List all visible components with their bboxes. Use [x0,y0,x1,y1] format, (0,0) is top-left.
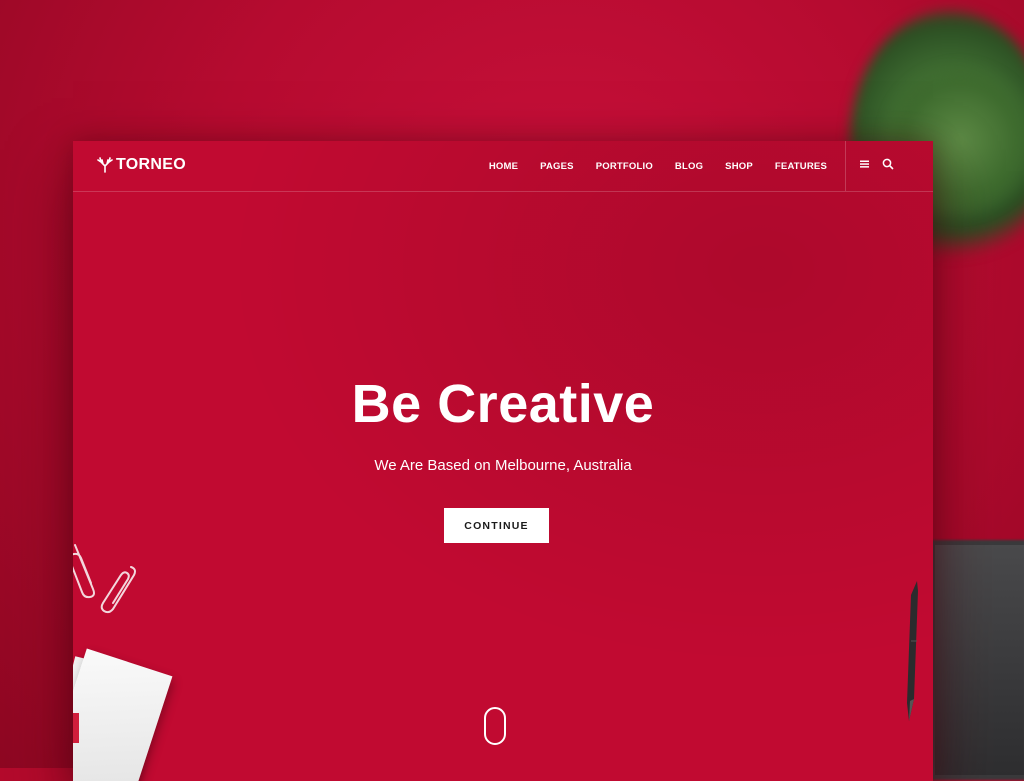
paper-stack [73,648,173,781]
hamburger-menu-icon[interactable] [858,157,872,171]
tray-decoration-inner [935,545,1024,775]
paperclip-icon-2 [100,566,136,614]
hero-subtitle: We Are Based on Melbourne, Australia [374,457,632,474]
nav-item-home[interactable]: HOME [489,161,518,172]
nav-item-pages[interactable]: PAGES [540,161,574,172]
search-icon[interactable] [881,157,895,171]
nav-divider [845,141,846,191]
website-mockup: TORNEO HOME PAGES PORTFOLIO BLOG SHOP FE… [73,141,933,781]
continue-button[interactable]: CONTINUE [444,508,549,543]
nav-item-blog[interactable]: BLOG [675,161,703,172]
antlers-icon [97,157,113,173]
nav-menu: HOME PAGES PORTFOLIO BLOG SHOP FEATURES [489,141,827,191]
logo[interactable]: TORNEO [97,154,186,176]
scroll-down-icon[interactable] [484,707,506,745]
pen-icon [907,581,918,721]
nav-item-shop[interactable]: SHOP [725,161,753,172]
nav-item-portfolio[interactable]: PORTFOLIO [596,161,653,172]
paper-stack-edge [73,713,79,743]
nav-item-features[interactable]: FEATURES [775,161,827,172]
hero-title: Be Creative [351,374,655,434]
brand-name: TORNEO [116,156,186,173]
navbar: TORNEO HOME PAGES PORTFOLIO BLOG SHOP FE… [73,141,933,192]
